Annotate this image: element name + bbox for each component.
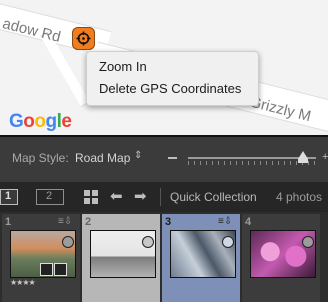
map-pin-icon[interactable] bbox=[72, 27, 95, 50]
photo-count: 4 photos bbox=[276, 190, 323, 204]
cell-number: 2 bbox=[85, 216, 92, 228]
film-cell[interactable]: 1 ≡⇩ ★★★★ bbox=[2, 214, 80, 302]
window-1-label: 1 bbox=[5, 190, 12, 202]
map-view[interactable]: adow Rd Rd Grizzly M Google Zoom In Dele… bbox=[0, 0, 328, 135]
window-2-button[interactable]: 2 bbox=[36, 189, 64, 205]
slider-thumb-base bbox=[298, 159, 308, 163]
filmstrip-toolbar: 1 2 ⬅ ➡ Quick Collection 4 photos bbox=[0, 182, 328, 212]
google-logo: Google bbox=[9, 111, 72, 132]
cell-number: 3 bbox=[165, 216, 172, 228]
sort-icon[interactable]: ≡⇩ bbox=[58, 216, 72, 227]
select-circle-icon[interactable] bbox=[62, 236, 74, 248]
badge-icon bbox=[54, 263, 67, 276]
window-2-label: 2 bbox=[46, 190, 53, 202]
back-arrow-icon[interactable]: ⬅ bbox=[110, 187, 123, 205]
menu-item-delete-gps[interactable]: Delete GPS Coordinates bbox=[99, 81, 241, 96]
sort-icon[interactable]: ≡⇩ bbox=[218, 216, 232, 227]
film-cell[interactable]: 3 ≡⇩ bbox=[162, 214, 240, 302]
menu-item-zoom-in[interactable]: Zoom In bbox=[99, 59, 147, 74]
map-style-select[interactable]: Road Map bbox=[75, 151, 130, 165]
cell-number: 4 bbox=[245, 216, 252, 228]
star-rating: ★★★★ bbox=[10, 278, 36, 287]
film-cell[interactable]: 2 bbox=[82, 214, 160, 302]
context-menu: Zoom In Delete GPS Coordinates bbox=[86, 51, 259, 106]
divider bbox=[160, 188, 161, 206]
select-circle-icon[interactable] bbox=[142, 236, 154, 248]
window-1-button[interactable]: 1 bbox=[0, 189, 18, 205]
badge-icon bbox=[40, 263, 53, 276]
map-style-label: Map Style: bbox=[12, 151, 69, 165]
slider-thumb[interactable] bbox=[298, 151, 308, 159]
cell-number: 1 bbox=[5, 216, 12, 228]
zoom-slider[interactable] bbox=[188, 151, 316, 165]
select-circle-icon[interactable] bbox=[222, 236, 234, 248]
source-label[interactable]: Quick Collection bbox=[170, 190, 257, 204]
zoom-in-icon[interactable]: + bbox=[322, 151, 328, 163]
slider-ticks bbox=[188, 161, 316, 165]
zoom-out-icon[interactable] bbox=[168, 157, 177, 159]
select-arrows-icon[interactable]: ⇕ bbox=[134, 150, 142, 161]
grid-view-icon[interactable] bbox=[84, 190, 98, 204]
map-toolbar: Map Style: Road Map ⇕ + bbox=[0, 135, 328, 184]
film-cell[interactable]: 4 bbox=[242, 214, 320, 302]
select-circle-icon[interactable] bbox=[302, 236, 314, 248]
forward-arrow-icon[interactable]: ➡ bbox=[134, 187, 147, 205]
